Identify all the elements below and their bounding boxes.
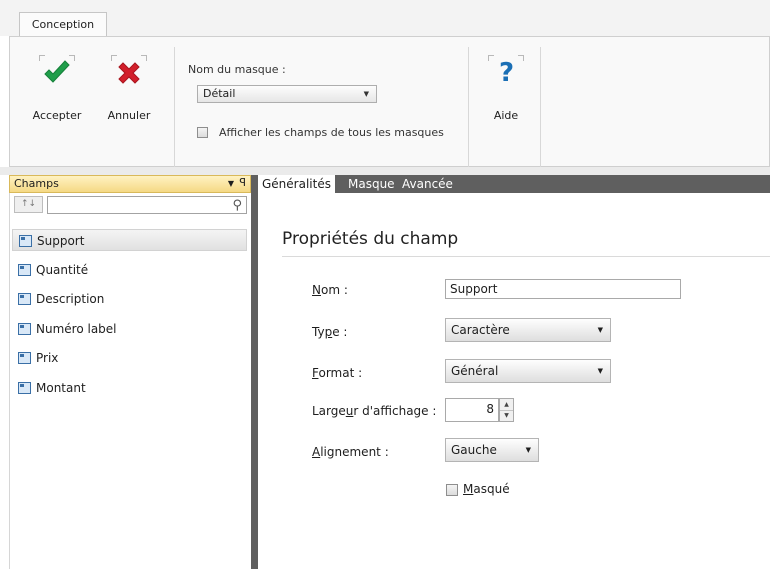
field-item[interactable]: Support	[12, 229, 247, 251]
type-select[interactable]: Caractère ▼	[445, 318, 611, 342]
show-all-masks-label: Afficher les champs de tous les masques	[219, 126, 444, 139]
field-item-label: Numéro label	[36, 322, 117, 336]
title-divider	[282, 256, 770, 257]
properties-tabstrip: Généralités Masque Avancée	[258, 175, 770, 193]
field-icon	[18, 382, 31, 394]
chevron-down-icon: ▼	[363, 90, 369, 98]
field-item[interactable]: Description	[12, 288, 247, 310]
pin-icon[interactable]: ꟼ	[239, 175, 246, 191]
field-item-label: Prix	[36, 351, 59, 365]
question-mark-icon: ?	[488, 55, 524, 89]
field-item[interactable]: Quantité	[12, 259, 247, 281]
properties-title: Propriétés du champ	[282, 229, 459, 249]
pane-divider[interactable]	[251, 175, 258, 569]
name-label: Nom :	[312, 283, 348, 297]
alignment-label: Alignement :	[312, 445, 389, 459]
format-select[interactable]: Général ▼	[445, 359, 611, 383]
spin-down-icon[interactable]: ▼	[500, 410, 513, 421]
alignment-select-value: Gauche	[451, 443, 497, 457]
checkmark-icon	[39, 55, 75, 89]
alignment-select[interactable]: Gauche ▼	[445, 438, 539, 462]
tab-avancee[interactable]: Avancée	[398, 175, 457, 193]
name-input[interactable]: Support	[445, 279, 681, 299]
accept-label: Accepter	[32, 109, 82, 122]
ribbon-separator	[174, 47, 175, 167]
field-item-label: Montant	[36, 381, 86, 395]
dropdown-arrow-icon[interactable]: ▼	[228, 176, 234, 192]
chevron-down-icon: ▼	[525, 446, 531, 454]
sort-button[interactable]: ↑↓	[14, 196, 43, 213]
cancel-button[interactable]: Annuler	[94, 55, 164, 135]
mask-select-value: Détail	[203, 87, 236, 100]
search-icon: ⚲	[232, 198, 242, 213]
mask-name-label: Nom du masque :	[188, 63, 286, 76]
field-item-label: Quantité	[36, 263, 89, 277]
help-button[interactable]: ? Aide	[471, 55, 541, 135]
ribbon-panel: Accepter Annuler Nom du masque : Détail …	[9, 36, 770, 167]
cancel-label: Annuler	[107, 109, 151, 122]
hidden-checkbox[interactable]	[446, 484, 458, 496]
tab-generalites[interactable]: Généralités	[258, 175, 335, 193]
type-select-value: Caractère	[451, 323, 510, 337]
format-label: Format :	[312, 366, 363, 380]
type-label: Type :	[312, 325, 348, 339]
help-label: Aide	[493, 109, 519, 122]
display-width-value: 8	[486, 402, 494, 416]
fields-pane-title: Champs	[14, 177, 59, 190]
display-width-label: Largeur d'affichage :	[312, 404, 437, 418]
field-item[interactable]: Prix	[12, 347, 247, 369]
fields-search-input[interactable]: ⚲	[47, 196, 247, 214]
field-icon	[18, 264, 31, 276]
field-item[interactable]: Montant	[12, 377, 247, 399]
ribbon-tabbar	[0, 0, 770, 36]
accept-button[interactable]: Accepter	[22, 55, 92, 135]
mask-select[interactable]: Détail ▼	[197, 85, 377, 103]
format-select-value: Général	[451, 364, 499, 378]
field-item-label: Support	[37, 234, 85, 248]
ribbon-separator	[468, 47, 469, 167]
chevron-down-icon: ▼	[597, 326, 603, 334]
field-item-label: Description	[36, 292, 105, 306]
show-all-masks-checkbox[interactable]	[197, 127, 208, 138]
hidden-label: Masqué	[463, 482, 510, 496]
tab-conception[interactable]: Conception	[19, 12, 107, 37]
field-item[interactable]: Numéro label	[12, 318, 247, 340]
fields-pane-header[interactable]: Champs ▼ ꟼ	[9, 175, 251, 193]
display-width-spinner[interactable]: ▲ ▼	[499, 398, 514, 422]
chevron-down-icon: ▼	[597, 367, 603, 375]
ribbon-separator	[540, 47, 541, 167]
split-bar	[0, 167, 770, 175]
field-icon	[18, 293, 31, 305]
tab-masque[interactable]: Masque	[344, 175, 399, 193]
field-icon	[18, 352, 31, 364]
red-x-icon	[111, 55, 147, 89]
field-icon	[18, 323, 31, 335]
display-width-input[interactable]: 8	[445, 398, 499, 422]
field-icon	[19, 235, 32, 247]
